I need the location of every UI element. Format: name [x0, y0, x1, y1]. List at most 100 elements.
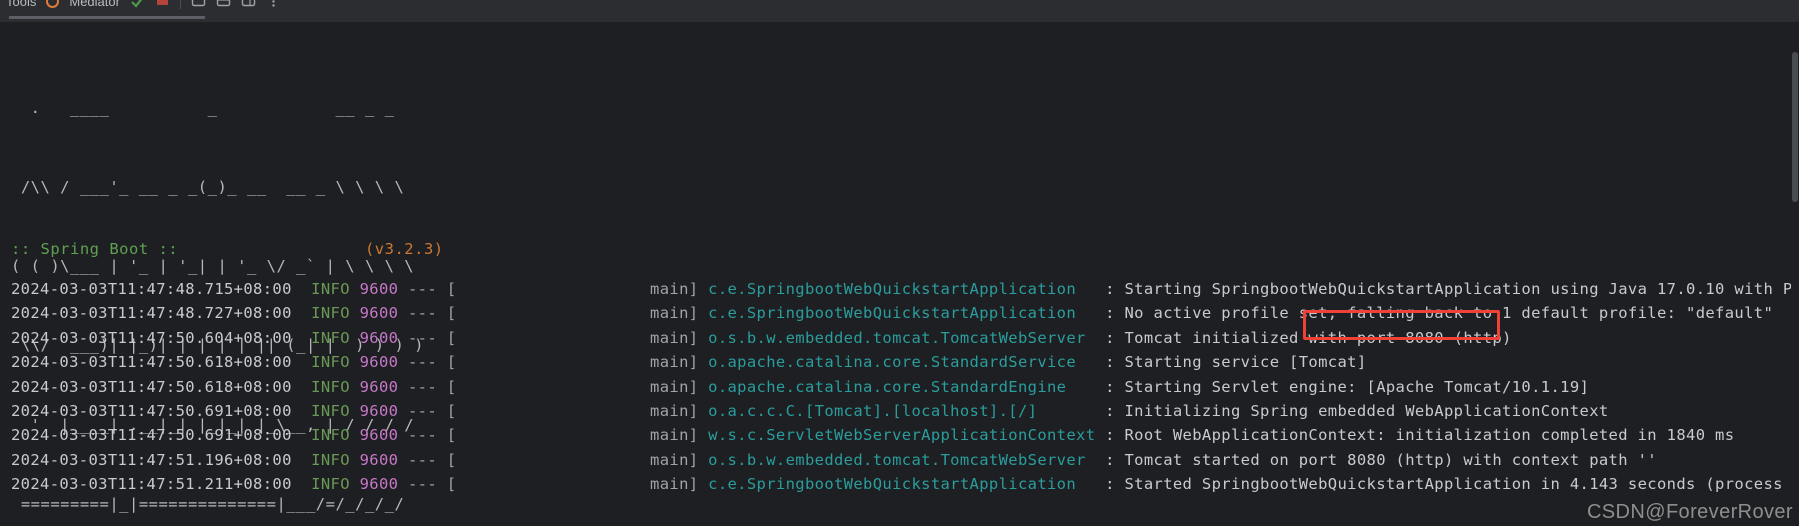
log-message: Starting SpringbootWebQuickstartApplicat… — [1124, 280, 1799, 298]
log-pid: 9600 — [359, 328, 399, 347]
log-message: Initializing Spring embedded WebApplicat… — [1124, 401, 1609, 420]
run-circle-icon[interactable] — [46, 0, 60, 8]
log-space — [698, 475, 708, 493]
log-message-colon: : — [1105, 304, 1125, 323]
log-message: Starting service [Tomcat] — [1124, 353, 1367, 372]
log-separator: --- [ — [398, 304, 457, 323]
check-icon[interactable] — [130, 0, 145, 8]
more-vertical-icon[interactable] — [266, 0, 281, 8]
log-message: Tomcat initialized with port 8080 (http) — [1124, 328, 1512, 347]
log-timestamp: 2024-03-03T11:47:51.211+08:00 — [11, 475, 292, 494]
log-row[interactable]: 2024-03-03T11:47:48.727+08:00 INFO 9600 … — [11, 301, 1799, 325]
log-separator: --- [ — [398, 280, 457, 298]
log-pid: 9600 — [359, 353, 399, 372]
log-space — [292, 329, 311, 347]
log-timestamp: 2024-03-03T11:47:48.715+08:00 — [11, 280, 292, 298]
log-message-colon: : — [1105, 353, 1125, 372]
log-pid: 9600 — [359, 450, 399, 469]
log-message: Tomcat started on port 8080 (http) with … — [1124, 450, 1657, 469]
scrollbar-thumb[interactable] — [1792, 52, 1798, 202]
log-row[interactable]: 2024-03-03T11:47:50.691+08:00 INFO 9600 … — [11, 399, 1799, 423]
log-message-colon: : — [1105, 426, 1125, 445]
log-row[interactable]: 2024-03-03T11:47:48.715+08:00 INFO 9600 … — [11, 277, 1799, 301]
log-timestamp: 2024-03-03T11:47:50.691+08:00 — [11, 426, 292, 445]
log-pid: 9600 — [359, 280, 399, 298]
log-message-colon: : — [1105, 450, 1125, 469]
log-level: INFO — [311, 426, 360, 445]
log-thread: main] — [456, 353, 699, 372]
log-message-colon: : — [1105, 328, 1125, 347]
banner-line: /\\ / ___'_ __ _ _(_)_ __ __ _ \ \ \ \ — [11, 178, 405, 197]
log-lines: 2024-03-03T11:47:48.715+08:00 INFO 9600 … — [11, 277, 1799, 497]
log-timestamp: 2024-03-03T11:47:50.604+08:00 — [11, 328, 292, 347]
log-message-colon: : — [1105, 475, 1125, 494]
log-space — [292, 426, 311, 444]
log-logger: o.apache.catalina.core.StandardEngine — [708, 377, 1106, 396]
log-space — [698, 353, 708, 371]
spring-boot-product-label: :: Spring Boot :: — [11, 240, 179, 258]
log-separator: --- [ — [398, 475, 457, 494]
log-timestamp: 2024-03-03T11:47:51.196+08:00 — [11, 450, 292, 469]
log-row[interactable]: 2024-03-03T11:47:51.211+08:00 INFO 9600 … — [11, 472, 1799, 496]
log-timestamp: 2024-03-03T11:47:50.618+08:00 — [11, 353, 292, 372]
run-config-mediator[interactable]: Mediator — [69, 0, 120, 9]
log-level: INFO — [311, 280, 360, 298]
log-row[interactable]: 2024-03-03T11:47:50.691+08:00 INFO 9600 … — [11, 423, 1799, 447]
log-separator: --- [ — [398, 401, 457, 420]
log-message: Starting Servlet engine: [Apache Tomcat/… — [1124, 377, 1590, 396]
log-level: INFO — [311, 450, 360, 469]
toolbar-divider — [179, 0, 181, 9]
log-timestamp: 2024-03-03T11:47:50.691+08:00 — [11, 401, 292, 420]
log-timestamp: 2024-03-03T11:47:50.618+08:00 — [11, 377, 292, 396]
spring-boot-version-line: :: Spring Boot :: (v3.2.3) — [11, 236, 444, 262]
log-pid: 9600 — [359, 475, 399, 494]
log-space — [292, 451, 311, 469]
menu-tools[interactable]: Tools — [6, 0, 36, 9]
log-message: No active profile set, falling back to 1… — [1124, 304, 1774, 323]
log-space — [698, 451, 708, 469]
log-level: INFO — [311, 401, 360, 420]
log-space — [292, 280, 311, 298]
log-separator: --- [ — [398, 426, 457, 445]
log-thread: main] — [456, 475, 699, 494]
banner-line: . ____ _ __ _ _ — [11, 98, 395, 117]
console-text-area[interactable]: . ____ _ __ _ _ /\\ / ___'_ __ _ _(_)_ _… — [11, 22, 1799, 526]
log-logger: w.s.c.ServletWebServerApplicationContext — [708, 426, 1106, 445]
console-output-panel[interactable]: . ____ _ __ _ _ /\\ / ___'_ __ _ _(_)_ _… — [0, 22, 1799, 526]
log-logger: o.a.c.c.C.[Tomcat].[localhost].[/] — [708, 401, 1106, 420]
log-space — [698, 280, 708, 298]
log-pid: 9600 — [359, 377, 399, 396]
log-level: INFO — [311, 304, 360, 323]
console-vertical-scrollbar[interactable] — [1791, 22, 1799, 526]
panel-icon[interactable] — [191, 0, 206, 8]
log-timestamp: 2024-03-03T11:47:48.727+08:00 — [11, 304, 292, 323]
log-space — [698, 426, 708, 444]
log-space — [698, 304, 708, 322]
log-space — [698, 329, 708, 347]
log-pid: 9600 — [359, 401, 399, 420]
log-row[interactable]: 2024-03-03T11:47:50.604+08:00 INFO 9600 … — [11, 326, 1799, 350]
panel-icon[interactable] — [216, 0, 231, 8]
log-logger: c.e.SpringbootWebQuickstartApplication — [708, 280, 1106, 298]
log-pid: 9600 — [359, 426, 399, 445]
stop-icon[interactable] — [155, 0, 170, 8]
log-level: INFO — [311, 377, 360, 396]
log-pid: 9600 — [359, 304, 399, 323]
log-row[interactable]: 2024-03-03T11:47:50.618+08:00 INFO 9600 … — [11, 375, 1799, 399]
log-row[interactable]: 2024-03-03T11:47:50.618+08:00 INFO 9600 … — [11, 350, 1799, 374]
log-logger: o.s.b.w.embedded.tomcat.TomcatWebServer — [708, 328, 1106, 347]
log-thread: main] — [456, 401, 699, 420]
log-thread: main] — [456, 280, 699, 298]
active-tab-indicator[interactable] — [9, 16, 205, 19]
log-logger: c.e.SpringbootWebQuickstartApplication — [708, 304, 1106, 323]
log-separator: --- [ — [398, 450, 457, 469]
spring-boot-version-label: (v3.2.3) — [364, 240, 444, 258]
log-message: Root WebApplicationContext: initializati… — [1124, 426, 1735, 445]
log-logger: o.apache.catalina.core.StandardService — [708, 353, 1106, 372]
log-separator: --- [ — [398, 377, 457, 396]
log-space — [292, 402, 311, 420]
console-gutter — [0, 22, 11, 526]
panel-icon[interactable] — [241, 0, 256, 8]
log-level: INFO — [311, 353, 360, 372]
log-row[interactable]: 2024-03-03T11:47:51.196+08:00 INFO 9600 … — [11, 448, 1799, 472]
